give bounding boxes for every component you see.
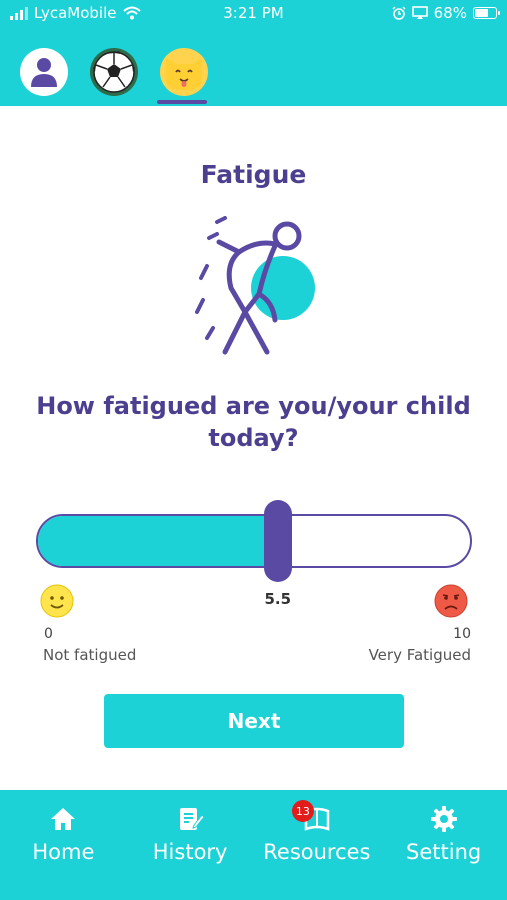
tab-label: Setting xyxy=(406,840,482,864)
page-title: Fatigue xyxy=(200,160,307,189)
status-bar: LycaMobile 3:21 PM 68% xyxy=(0,0,507,28)
tab-label: History xyxy=(152,840,228,864)
slider-max-label: Very Fatigued xyxy=(368,646,471,664)
tab-resources[interactable]: 13 Resources xyxy=(254,790,381,900)
soccer-ball-avatar-icon[interactable] xyxy=(90,48,138,96)
sad-face-icon xyxy=(434,584,468,618)
resources-badge: 13 xyxy=(291,800,314,822)
tab-label: Resources xyxy=(263,840,371,864)
tab-setting[interactable]: Setting xyxy=(380,790,507,900)
slider-min-label: Not fatigued xyxy=(43,646,137,664)
tab-home[interactable]: Home xyxy=(0,790,127,900)
cat-avatar-icon[interactable] xyxy=(160,48,208,96)
status-right: 68% xyxy=(392,4,500,22)
happy-face-icon xyxy=(40,584,74,618)
slider-min-value: 0 xyxy=(44,626,53,642)
top-header: LycaMobile 3:21 PM 68% xyxy=(0,0,507,106)
alarm-icon xyxy=(392,6,406,20)
slider-thumb[interactable] xyxy=(263,500,292,582)
selected-profile-indicator xyxy=(157,100,207,104)
gear-icon xyxy=(429,804,459,834)
profile-switcher xyxy=(20,48,208,96)
next-button[interactable]: Next xyxy=(104,694,404,748)
fatigue-question: How fatigued are you/your child today? xyxy=(36,392,471,452)
bottom-tab-bar: Home History 13 Resources Setting xyxy=(0,790,507,900)
fatigue-slider-track[interactable] xyxy=(36,514,472,568)
tab-label: Home xyxy=(32,840,95,864)
slider-max-value: 10 xyxy=(453,626,471,642)
history-icon xyxy=(175,804,205,834)
slider-fill xyxy=(38,516,280,566)
main-content: Fatigue How fatigued are you/your child … xyxy=(0,106,507,790)
screen-mirror-icon xyxy=(411,6,428,19)
battery-percent: 68% xyxy=(433,4,467,22)
slider-value-label: 5.5 xyxy=(264,590,292,608)
fatigue-illustration-icon xyxy=(195,216,315,355)
home-icon xyxy=(48,804,78,834)
tab-history[interactable]: History xyxy=(127,790,254,900)
user-avatar-icon[interactable] xyxy=(20,48,68,96)
battery-icon xyxy=(473,7,500,19)
